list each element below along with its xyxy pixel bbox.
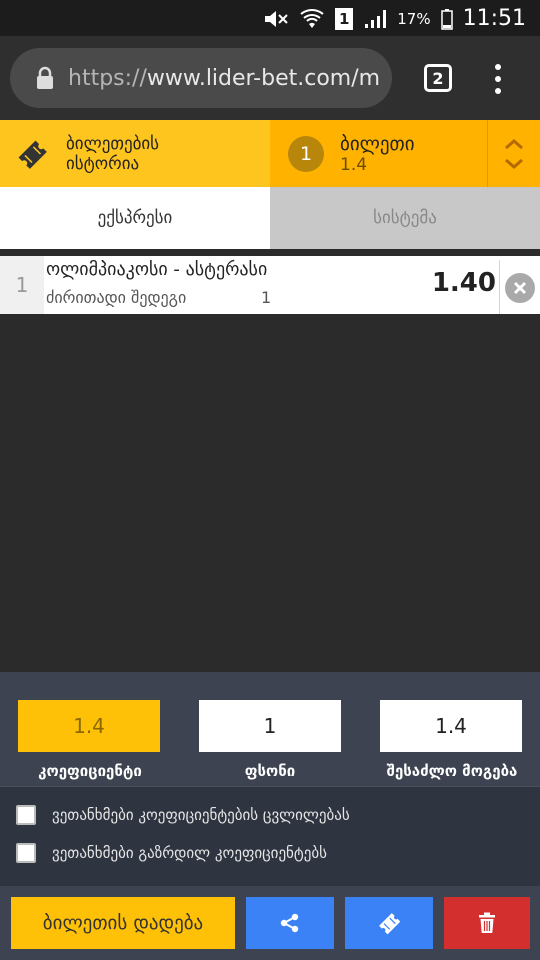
possible-win-label: შესაძლო მოგება (386, 762, 518, 780)
ticket-history-label: ბილეთების ისტორია (66, 133, 160, 174)
bet-match: ოლიმპიაკოსი - ასტერასი (46, 259, 268, 280)
share-button[interactable] (246, 897, 334, 949)
remove-bet-button[interactable] (505, 273, 535, 303)
sim-badge-icon: 1 (335, 7, 354, 30)
bet-market: ძირითადი შედეგი (46, 288, 187, 307)
bet-odds: 1.40 (431, 268, 496, 298)
tab-count: 2 (432, 68, 444, 88)
app-root: 1 17% 11:51 https://www.lider-bet.com/m … (0, 0, 540, 960)
share-icon (280, 913, 299, 933)
bet-row-divider (499, 260, 500, 314)
stake-input[interactable]: 1 (199, 700, 341, 752)
sim-badge-text: 1 (339, 9, 350, 28)
stake-panel: 1.4 1 1.4 კოეფიციენტი ფსონი შესაძლო მოგე… (0, 672, 540, 786)
accept-changes-label: ვეთანხმები კოეფიციენტების ცვლილებას (52, 806, 350, 824)
place-bet-button[interactable]: ბილეთის დადება (11, 897, 235, 949)
overflow-menu-icon[interactable] (490, 64, 506, 94)
tab-switcher-button[interactable]: 2 (424, 64, 452, 92)
bet-mode-tabs: ექსპრესი სისტემა (0, 187, 540, 249)
bet-pick: 1 (261, 288, 272, 307)
ticket-summary[interactable]: 1 ბილეთი 1.4 (270, 120, 487, 187)
total-odds-label: კოეფიციენტი (38, 762, 142, 780)
stake-label: ფსონი (244, 762, 296, 780)
clock: 11:51 (462, 6, 526, 31)
accept-increased-label: ვეთანხმები გაზრდილ კოეფიციენტებს (52, 844, 327, 862)
trash-icon (479, 912, 495, 933)
tab-express[interactable]: ექსპრესი (0, 187, 270, 249)
ticket-icon (379, 913, 401, 935)
signal-icon (363, 8, 387, 30)
ticket-summary-text: ბილეთი 1.4 (340, 133, 415, 175)
mute-icon (263, 9, 289, 29)
url-scheme: https:// (68, 65, 147, 91)
accept-changes-checkbox[interactable] (16, 805, 36, 825)
accept-increased-row[interactable]: ვეთანხმები გაზრდილ კოეფიციენტებს (16, 843, 327, 863)
agreement-panel: ვეთანხმები კოეფიციენტების ცვლილებას ვეთა… (0, 786, 540, 886)
address-bar[interactable]: https://www.lider-bet.com/m (10, 48, 392, 108)
total-odds-field: 1.4 (18, 700, 160, 752)
expand-collapse-button[interactable] (487, 120, 540, 187)
save-ticket-button[interactable] (345, 897, 433, 949)
action-bar: ბილეთის დადება (0, 886, 540, 960)
ticket-title: ბილეთი (340, 132, 415, 155)
status-icons: 1 17% 11:51 (263, 6, 526, 31)
bet-index: 1 (0, 256, 44, 314)
battery-percent: 17% (397, 9, 431, 28)
url-host: www.lider-bet.com/m (146, 65, 381, 91)
ticket-count-badge: 1 (288, 135, 324, 172)
battery-icon (440, 8, 453, 30)
possible-win-field: 1.4 (380, 700, 522, 752)
url-text: https://www.lider-bet.com/m (68, 66, 380, 91)
lock-icon (37, 66, 53, 89)
ticket-icon (18, 140, 47, 169)
tab-system[interactable]: სისტემა (270, 187, 540, 249)
delete-ticket-button[interactable] (444, 897, 530, 949)
browser-toolbar: https://www.lider-bet.com/m 2 (0, 36, 540, 120)
accept-increased-checkbox[interactable] (16, 843, 36, 863)
ticket-odds: 1.4 (340, 154, 368, 175)
chevron-up-down-icon (505, 138, 523, 169)
ticket-header: ბილეთების ისტორია 1 ბილეთი 1.4 (0, 120, 540, 187)
status-bar: 1 17% 11:51 (0, 0, 540, 36)
bet-slip-row: 1 ოლიმპიაკოსი - ასტერასი ძირითადი შედეგი… (0, 256, 540, 314)
accept-changes-row[interactable]: ვეთანხმები კოეფიციენტების ცვლილებას (16, 805, 350, 825)
wifi-icon (299, 8, 325, 30)
close-icon (513, 281, 527, 295)
ticket-history-button[interactable]: ბილეთების ისტორია (0, 120, 270, 187)
